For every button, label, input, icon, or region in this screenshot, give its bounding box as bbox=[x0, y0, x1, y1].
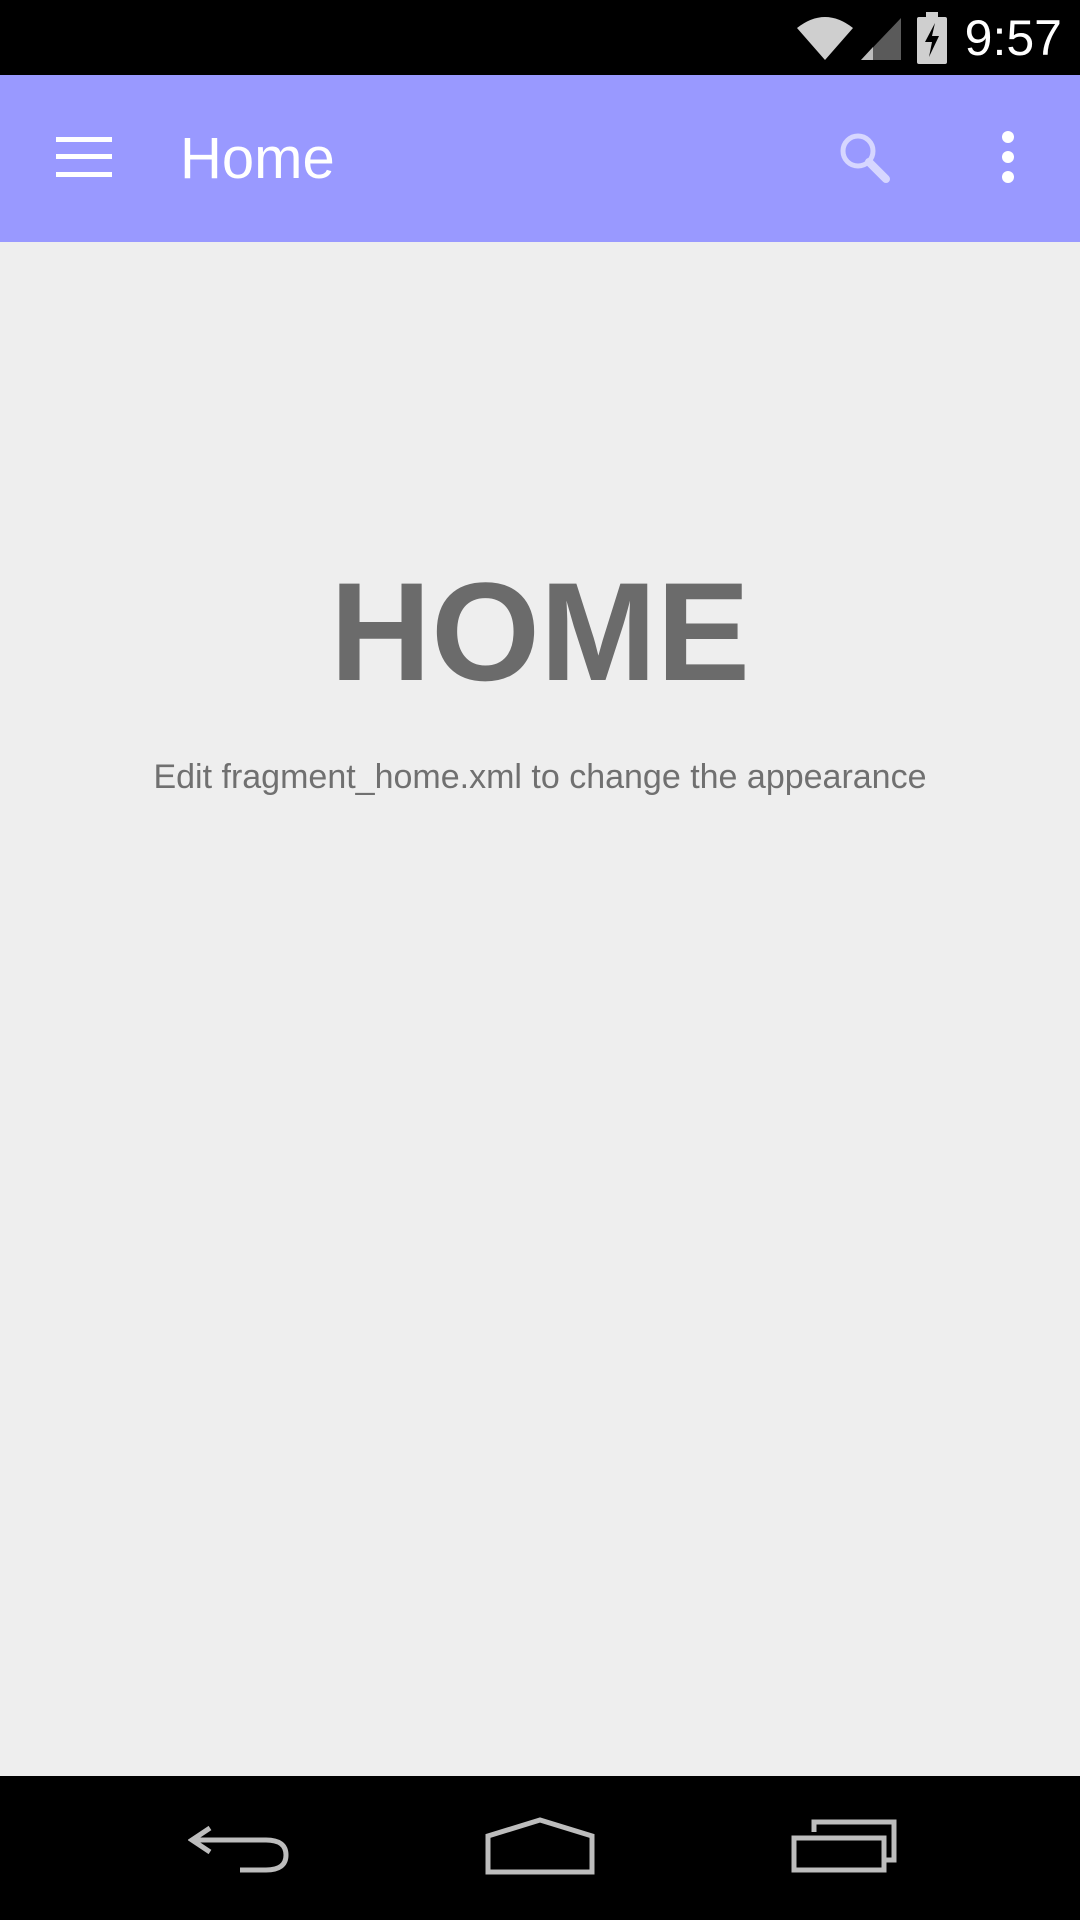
back-icon bbox=[187, 1818, 292, 1879]
overflow-menu-button[interactable] bbox=[964, 115, 1052, 203]
recent-apps-button[interactable] bbox=[754, 1776, 934, 1920]
app-bar: Home bbox=[0, 75, 1080, 242]
home-icon bbox=[484, 1816, 596, 1881]
home-button[interactable] bbox=[450, 1776, 630, 1920]
home-fragment-content: HOME Edit fragment_home.xml to change th… bbox=[0, 242, 1080, 1776]
recent-apps-icon bbox=[790, 1818, 898, 1879]
navigation-menu-button[interactable] bbox=[40, 115, 128, 203]
status-icons: 9:57 bbox=[795, 0, 1062, 75]
wifi-icon bbox=[795, 14, 855, 62]
page-subtitle: Edit fragment_home.xml to change the app… bbox=[153, 758, 927, 796]
search-button[interactable] bbox=[820, 115, 908, 203]
battery-charging-icon bbox=[916, 11, 947, 64]
search-icon bbox=[837, 130, 891, 189]
cellular-signal-icon bbox=[859, 14, 903, 62]
hamburger-menu-icon bbox=[56, 136, 112, 182]
system-navigation-bar bbox=[0, 1776, 1080, 1920]
app-bar-title: Home bbox=[180, 126, 335, 191]
page-heading: HOME bbox=[330, 553, 750, 710]
status-bar: 9:57 bbox=[0, 0, 1080, 75]
overflow-menu-icon bbox=[1001, 130, 1015, 188]
status-clock: 9:57 bbox=[964, 9, 1062, 66]
back-button[interactable] bbox=[150, 1776, 330, 1920]
